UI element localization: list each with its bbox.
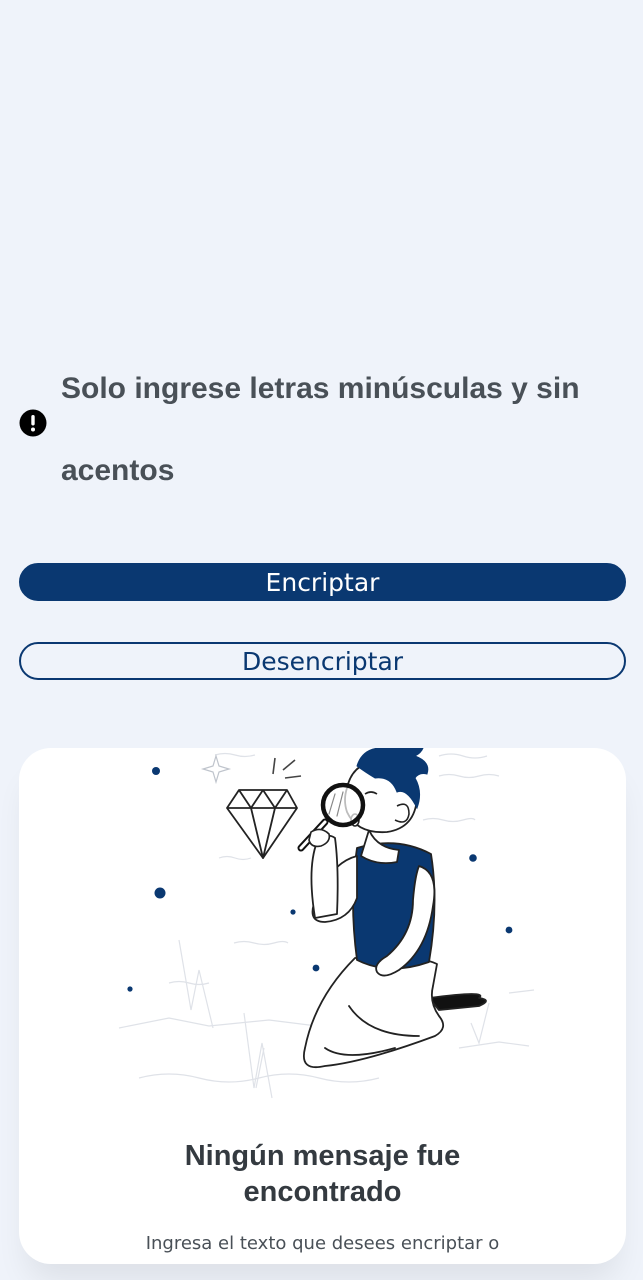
- empty-state-title-text: Ningún mensaje fue encontrado: [184, 1140, 461, 1208]
- output-panel: Ningún mensaje fue encontrado Ingresa el…: [19, 748, 626, 1264]
- empty-state-description: Ingresa el texto que desees encriptar o: [145, 1233, 500, 1254]
- person-with-magnifying-glass-illustration: [118, 748, 535, 1099]
- decrypt-button[interactable]: Desencriptar: [19, 642, 626, 680]
- exclamation-circle-icon: [19, 409, 47, 437]
- encrypt-button[interactable]: Encriptar: [19, 563, 626, 601]
- hint-text: Solo ingrese letras minúsculas y sin ace…: [61, 372, 580, 487]
- empty-state-title: Ningún mensaje fue encontrado: [19, 1138, 626, 1210]
